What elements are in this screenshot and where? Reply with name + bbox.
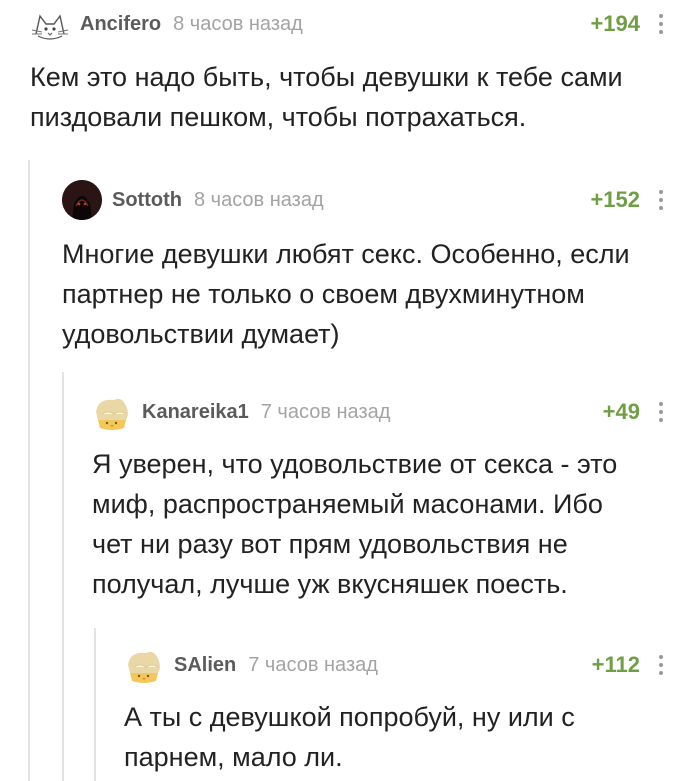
comment-time: 8 часов назад [173, 12, 303, 35]
comment-header: Ancifero 8 часов назад [30, 2, 303, 46]
default-chick-avatar-icon[interactable] [124, 645, 164, 685]
comments-page: { "comments": [ { "username": "Ancifero"… [0, 0, 700, 781]
comment-time: 7 часов назад [260, 400, 391, 423]
comment-author[interactable]: SAlien [174, 654, 236, 677]
dark-figure-avatar-icon[interactable] [62, 180, 102, 220]
thread-line[interactable] [62, 372, 64, 781]
default-chick-avatar-icon[interactable] [92, 392, 132, 432]
comment-rating: +112 [591, 652, 640, 677]
thread-line[interactable] [28, 160, 30, 781]
comment: Ancifero 8 часов назад +194 Кем это надо… [30, 2, 672, 142]
comment-author[interactable]: Sottoth [112, 189, 182, 212]
comment-header: Sottoth 8 часов назад [62, 178, 324, 222]
comment-text: Я уверен, что удовольствие от секса - эт… [92, 449, 618, 599]
comment-text: Кем это надо быть, чтобы девушки к тебе … [30, 62, 623, 132]
more-options-icon[interactable] [652, 651, 670, 679]
comment-time: 8 часов назад [193, 188, 324, 211]
comment-rating: +194 [590, 11, 640, 36]
comment-header: Kanareika1 7 часов назад [92, 390, 390, 434]
comment: Sottoth 8 часов назад +152 Многие девушк… [62, 178, 672, 358]
cat-sketch-avatar-icon[interactable] [30, 4, 70, 44]
comment-author[interactable]: Ancifero [80, 13, 161, 36]
more-options-icon[interactable] [652, 10, 670, 38]
comment: SAlien 7 часов назад +112 А ты с девушко… [124, 643, 672, 779]
comment-rating: +152 [590, 187, 640, 212]
comment-rating: +49 [602, 399, 640, 424]
comment-header: SAlien 7 часов назад [124, 643, 378, 687]
comment-time: 7 часов назад [248, 653, 378, 676]
thread-line[interactable] [94, 628, 96, 781]
comment-text: Многие девушки любят секс. Особенно, есл… [62, 239, 630, 349]
comment: Kanareika1 7 часов назад +49 Я уверен, ч… [92, 390, 672, 610]
comment-text: А ты с девушкой попробуй, ну или с парне… [124, 702, 575, 772]
more-options-icon[interactable] [652, 398, 670, 426]
more-options-icon[interactable] [652, 186, 670, 214]
comment-author[interactable]: Kanareika1 [142, 401, 249, 424]
